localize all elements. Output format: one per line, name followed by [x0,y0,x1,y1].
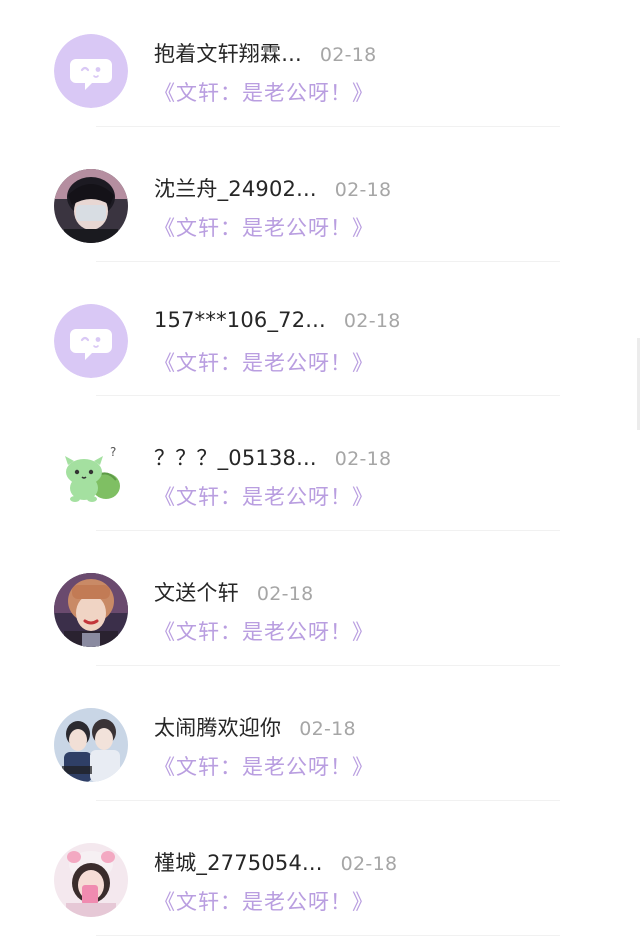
profile-photo [54,168,128,243]
contact-name: 抱着文轩翔霖... [154,42,302,66]
message-preview: 《文轩：是老公呀！》 [154,889,374,914]
conversation-list: 抱着文轩翔霖... 02-18 《文轩：是老公呀！》 沈兰舟_24902... … [0,0,640,944]
divider [96,799,560,801]
avatar[interactable] [54,842,128,917]
message-preview: 《文轩：是老公呀！》 [154,754,374,779]
conversation-item[interactable]: 抱着文轩翔霖... 02-18 《文轩：是老公呀！》 [0,0,640,135]
conversation-item[interactable]: ? ？？？_05138... 02-18 《文轩：是老公呀！》 [0,404,640,539]
avatar[interactable] [54,303,128,378]
divider [96,395,560,397]
contact-name: 槿城_2775054... [154,850,323,875]
contact-name: 太闹腾欢迎你 [154,715,282,740]
green-creature-icon: ? [54,438,128,513]
avatar[interactable] [54,707,128,782]
conversation-item[interactable]: 槿城_2775054... 02-18 《文轩：是老公呀！》 [0,809,640,944]
message-preview: 《文轩：是老公呀！》 [154,485,374,510]
profile-photo [54,842,128,917]
timestamp: 02-18 [256,583,314,606]
svg-text:?: ? [110,445,116,459]
conversation-item[interactable]: 太闹腾欢迎你 02-18 《文轩：是老公呀！》 [0,674,640,809]
divider [96,125,560,127]
timestamp: 02-18 [343,309,401,332]
message-preview: 《文轩：是老公呀！》 [154,350,374,375]
contact-name: 157***106_72... [154,307,326,332]
avatar[interactable]: ? [54,438,128,513]
avatar[interactable] [54,573,128,648]
timestamp: 02-18 [334,178,392,201]
profile-photo [54,573,128,648]
avatar[interactable] [54,34,128,108]
conversation-item[interactable]: 文送个轩 02-18 《文轩：是老公呀！》 [0,539,640,674]
avatar[interactable] [54,168,128,243]
message-preview: 《文轩：是老公呀！》 [154,620,374,645]
divider [96,934,560,936]
message-preview: 《文轩：是老公呀！》 [154,215,374,240]
timestamp: 02-18 [299,717,356,740]
profile-photo [54,707,128,782]
divider [96,260,560,262]
chat-bubble-icon [54,303,128,378]
contact-name: ？？？_05138... [154,446,317,471]
conversation-item[interactable]: 沈兰舟_24902... 02-18 《文轩：是老公呀！》 [0,135,640,270]
conversation-item[interactable]: 157***106_72... 02-18 《文轩：是老公呀！》 [0,270,640,405]
timestamp: 02-18 [319,44,377,66]
message-preview: 《文轩：是老公呀！》 [154,81,374,105]
chat-bubble-icon [54,34,128,108]
contact-name: 沈兰舟_24902... [154,176,317,201]
divider [96,664,560,666]
divider [96,530,560,532]
timestamp: 02-18 [334,448,392,471]
contact-name: 文送个轩 [154,581,239,606]
timestamp: 02-18 [340,852,398,875]
